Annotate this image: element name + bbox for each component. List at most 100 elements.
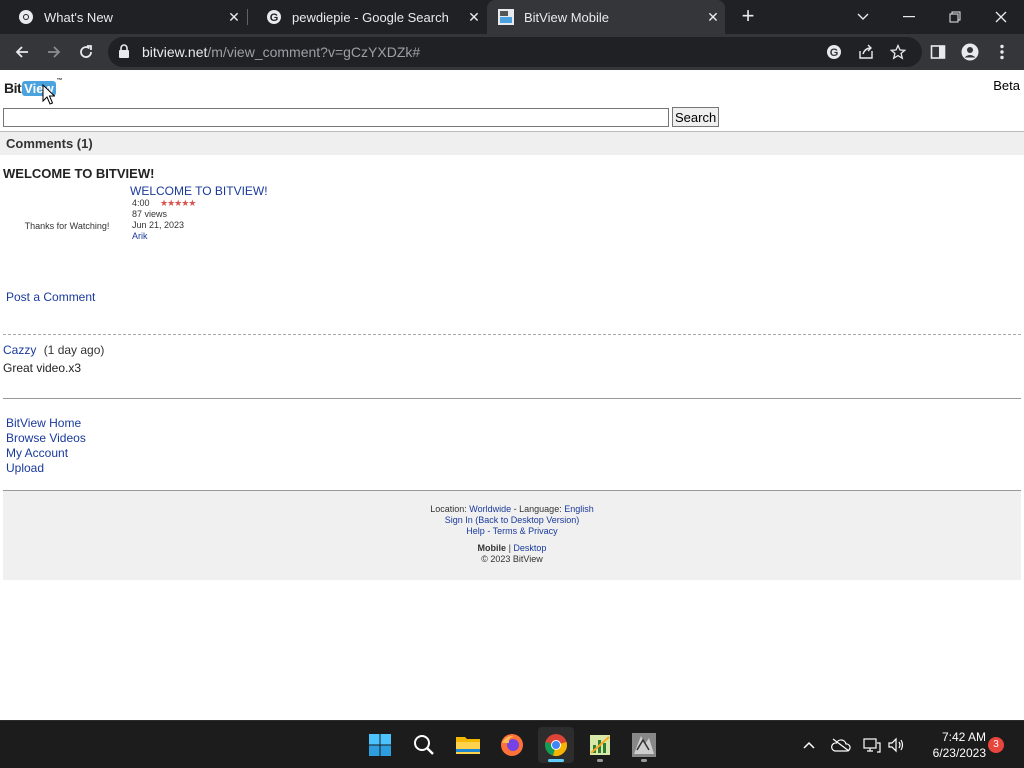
page-footer: Location: Worldwide - Language: English … [3,490,1021,580]
windows-start-icon[interactable] [362,727,398,763]
bookmark-star-icon[interactable] [889,43,907,61]
new-tab-button[interactable]: + [737,4,759,30]
comment-age: (1 day ago) [43,343,105,357]
chrome-icon[interactable] [538,727,574,763]
clock-date: 6/23/2023 [932,746,986,760]
show-hidden-icons-chevron-icon[interactable] [799,735,819,755]
menu-kebab-icon[interactable] [990,40,1014,64]
bottom-nav: BitView Home Browse Videos My Account Up… [6,416,86,476]
footer-dash: - [487,526,491,536]
onedrive-cloud-icon[interactable] [831,735,851,755]
url-path: /m/view_comment?v=gCzYXDZk# [207,44,421,60]
copyright: © 2023 BitView [481,554,543,564]
search-input[interactable] [3,107,669,127]
location-label: Location: [430,504,467,514]
video-views: 87 views [132,209,168,219]
sign-in-link[interactable]: Sign In (Back to Desktop Version) [445,515,580,525]
url-text[interactable]: bitview.net/m/view_comment?v=gCzYXDZk# [142,44,420,60]
forward-button[interactable] [42,40,66,64]
mobile-label: Mobile [477,543,507,553]
windows-taskbar: 7:42 AM 6/23/2023 3 [0,720,1024,768]
nav-browse-videos[interactable]: Browse Videos [6,431,86,446]
bitview-icon [498,9,514,25]
notification-badge[interactable]: 3 [988,737,1004,753]
nav-my-account[interactable]: My Account [6,446,86,461]
tab-title: pewdiepie - Google Search [292,9,449,25]
spreadsheet-app-icon[interactable] [582,727,618,763]
svg-text:G: G [270,12,279,24]
search-form: Search [3,107,720,127]
active-indicator [548,759,564,762]
nav-upload[interactable]: Upload [6,461,86,476]
nav-bitview-home[interactable]: BitView Home [6,416,86,431]
comment-text: Great video.x3 [3,361,82,375]
desktop-link[interactable]: Desktop [513,543,546,553]
language-link[interactable]: English [564,504,594,514]
mouse-cursor-icon [42,84,55,105]
share-icon[interactable] [857,43,875,61]
tab-bitview-mobile[interactable]: BitView Mobile ✕ [487,0,725,34]
location-link[interactable]: Worldwide [469,504,511,514]
google-icon: G [267,10,281,24]
logo-bit: Bit [4,80,22,96]
web-page: Bit View ™ Beta Search Comments (1) WELC… [0,70,1024,720]
back-button[interactable] [10,40,34,64]
video-date: Jun 21, 2023 [132,220,185,230]
video-info: WELCOME TO BITVIEW! 4:00 ★★★★★ 87 views … [130,184,268,242]
game-app-icon[interactable] [626,727,662,763]
tab-whats-new[interactable]: What's New ✕ [0,0,246,34]
network-icon[interactable] [862,735,882,755]
comments-section-header: Comments (1) [0,131,1024,155]
video-author-link[interactable]: Arik [132,231,148,241]
restore-button[interactable] [932,0,978,34]
browser-tab-strip: What's New ✕ G pewdiepie - Google Search… [0,0,1024,34]
chrome-icon [19,10,33,24]
svg-text:G: G [830,47,839,59]
close-tab-icon[interactable]: ✕ [222,9,246,26]
video-title-link[interactable]: WELCOME TO BITVIEW! [130,184,268,198]
tab-title: What's New [44,9,113,25]
google-lens-icon[interactable]: G [825,43,843,61]
search-icon[interactable] [406,727,442,763]
close-window-button[interactable] [978,0,1024,34]
video-thumbnail[interactable]: Thanks for Watching! [5,221,129,231]
volume-icon[interactable] [886,735,906,755]
comment-header: Cazzy (1 day ago) [3,343,104,357]
back-arrow-icon [15,46,28,58]
footer-pipe: | [508,543,511,553]
url-host: bitview.net [142,44,208,60]
tab-google-search[interactable]: G pewdiepie - Google Search ✕ [248,0,486,34]
beta-label: Beta [993,78,1020,93]
minimize-button[interactable] [886,0,932,34]
post-comment-link[interactable]: Post a Comment [6,290,95,304]
reload-icon [80,45,92,58]
video-heading: WELCOME TO BITVIEW! [3,166,155,181]
close-tab-icon[interactable]: ✕ [701,9,725,26]
divider [3,334,1021,335]
profile-icon[interactable] [958,40,982,64]
browser-toolbar: bitview.net/m/view_comment?v=gCzYXDZk# G [0,34,1024,70]
rating-stars-icon: ★★★★★ [160,198,196,208]
help-link[interactable]: Help [466,526,485,536]
comment-author-link[interactable]: Cazzy [3,343,36,357]
running-indicator [641,759,647,762]
close-tab-icon[interactable]: ✕ [462,9,486,26]
terms-link[interactable]: Terms & Privacy [493,526,558,536]
tab-title: BitView Mobile [524,9,610,25]
reload-button[interactable] [74,40,98,64]
lock-icon[interactable] [118,44,130,59]
system-clock[interactable]: 7:42 AM 6/23/2023 [912,729,986,761]
firefox-icon[interactable] [494,727,530,763]
video-duration: 4:00 [132,198,150,208]
logo-trademark: ™ [56,78,63,84]
file-explorer-icon[interactable] [450,727,486,763]
language-label: - Language: [513,504,562,514]
tab-search-chevron-icon[interactable] [840,0,886,34]
divider [3,398,1021,399]
clock-time: 7:42 AM [941,730,986,744]
side-panel-icon[interactable] [926,40,950,64]
address-bar[interactable]: bitview.net/m/view_comment?v=gCzYXDZk# G [108,37,922,67]
running-indicator [597,759,603,762]
search-button[interactable]: Search [672,107,720,127]
forward-arrow-icon [48,46,61,58]
